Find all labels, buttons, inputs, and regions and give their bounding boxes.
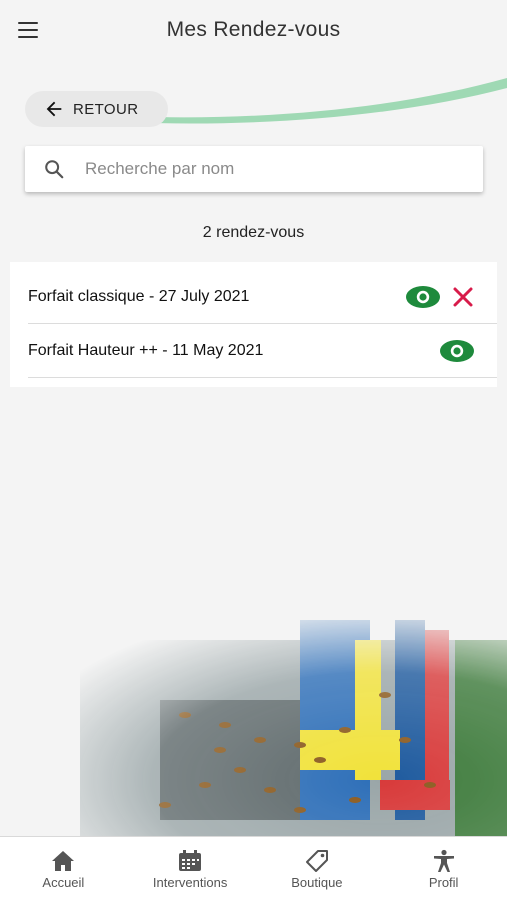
nav-item-interventions[interactable]: Interventions: [127, 837, 254, 900]
search-bar: [25, 146, 483, 192]
home-icon: [52, 851, 75, 871]
appointment-count: 2 rendez-vous: [202, 224, 305, 241]
back-button-label: RETOUR: [73, 100, 139, 118]
nav-item-boutique[interactable]: Boutique: [254, 837, 381, 900]
row-actions: [405, 285, 475, 309]
search-icon: [45, 160, 64, 179]
nav-item-accueil[interactable]: Accueil: [0, 837, 127, 900]
app-screen: Mes Rendez-vous RETOUR 2 rendez-vous For…: [0, 0, 507, 900]
nav-label: Profil: [428, 875, 459, 890]
nav-item-profil[interactable]: Profil: [380, 837, 507, 900]
list-item[interactable]: Forfait Hauteur ++ - 11 May 2021: [28, 324, 497, 378]
arrow-left-icon: [46, 101, 62, 117]
back-button[interactable]: RETOUR: [25, 91, 168, 127]
eye-icon[interactable]: [405, 285, 441, 309]
calendar-icon: [179, 850, 202, 871]
appointment-label: Forfait classique - 27 July 2021: [28, 287, 250, 305]
nav-label: Accueil: [42, 875, 85, 890]
beehive-background-image: [80, 620, 507, 840]
list-item[interactable]: Forfait classique - 27 July 2021: [28, 270, 497, 324]
bottom-navigation: Accueil Interventions Boutique Profil: [0, 836, 507, 900]
appointment-list: Forfait classique - 27 July 2021 Forfait…: [10, 262, 497, 387]
tag-icon: [305, 850, 328, 872]
nav-label: Boutique: [291, 875, 343, 890]
appointment-label: Forfait Hauteur ++ - 11 May 2021: [28, 341, 264, 359]
page-title: Mes Rendez-vous: [166, 18, 341, 41]
row-actions: [439, 339, 475, 363]
app-header: Mes Rendez-vous: [0, 0, 507, 64]
close-icon[interactable]: [451, 285, 475, 309]
person-icon: [433, 849, 454, 872]
eye-icon[interactable]: [439, 339, 475, 363]
search-input[interactable]: [85, 159, 445, 179]
nav-label: Interventions: [152, 875, 228, 890]
